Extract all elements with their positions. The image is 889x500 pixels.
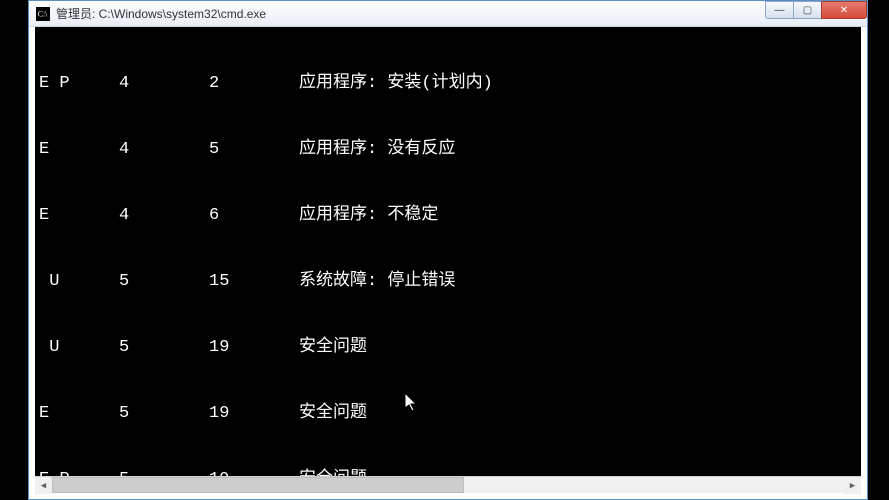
table-row: E519安全问题 [39, 403, 857, 425]
scroll-left-button[interactable]: ◀ [35, 477, 52, 494]
table-row: E46应用程序: 不稳定 [39, 205, 857, 227]
terminal-client[interactable]: E P42应用程序: 安装(计划内) E45应用程序: 没有反应 E46应用程序… [35, 27, 861, 493]
maximize-button[interactable]: ▢ [793, 1, 822, 19]
terminal-output: E P42应用程序: 安装(计划内) E45应用程序: 没有反应 E46应用程序… [39, 29, 857, 493]
cmd-icon: C:\ [35, 6, 51, 22]
scroll-track[interactable] [52, 477, 844, 493]
scroll-thumb[interactable] [52, 477, 464, 493]
table-row: U519安全问题 [39, 337, 857, 359]
window-controls: — ▢ ✕ [766, 1, 867, 26]
svg-text:C:\: C:\ [38, 9, 48, 18]
horizontal-scrollbar[interactable]: ◀ ▶ [35, 476, 861, 493]
table-row: U515系统故障: 停止错误 [39, 271, 857, 293]
close-button[interactable]: ✕ [821, 1, 867, 19]
minimize-button[interactable]: — [765, 1, 794, 19]
cmd-window: C:\ 管理员: C:\Windows\system32\cmd.exe — ▢… [28, 0, 868, 500]
table-row: E45应用程序: 没有反应 [39, 139, 857, 161]
titlebar[interactable]: C:\ 管理员: C:\Windows\system32\cmd.exe — ▢… [29, 1, 867, 27]
window-title: 管理员: C:\Windows\system32\cmd.exe [56, 5, 266, 22]
scroll-right-button[interactable]: ▶ [844, 477, 861, 494]
table-row: E P42应用程序: 安装(计划内) [39, 73, 857, 95]
